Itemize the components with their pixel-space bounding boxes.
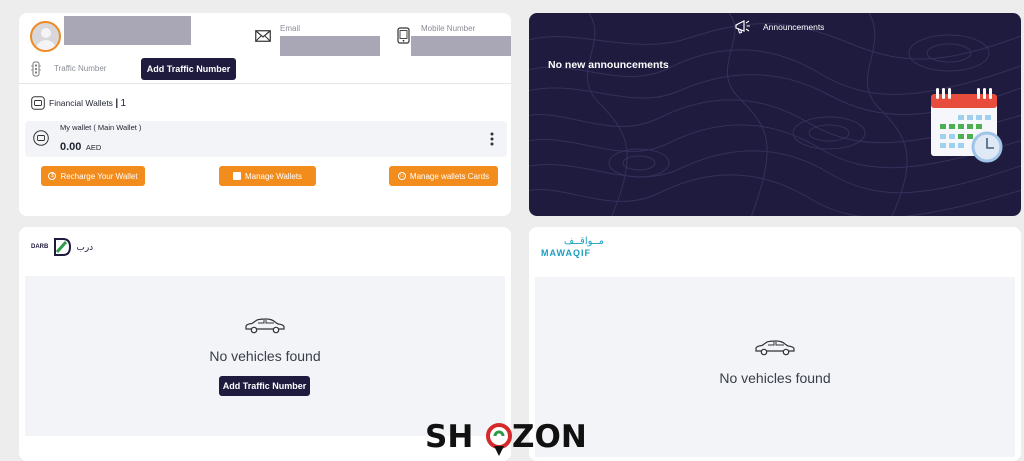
shozon-logo-mark: SH ZON bbox=[425, 419, 587, 456]
coin-icon: $ bbox=[48, 172, 57, 180]
mawaqif-card: مــواقــف MAWAQIF No vehicles found bbox=[529, 227, 1021, 461]
manage-wallets-button[interactable]: Manage Wallets bbox=[219, 166, 316, 186]
darb-add-traffic-number-button[interactable]: Add Traffic Number bbox=[219, 376, 310, 396]
financial-wallets-heading: Financial Wallets | 1 bbox=[49, 98, 127, 109]
manage-wallet-cards-button[interactable]: ▭ Manage wallets Cards bbox=[389, 166, 498, 186]
recharge-wallet-button[interactable]: $ Recharge Your Wallet bbox=[41, 166, 145, 186]
shozon-text-part: ZON bbox=[512, 419, 587, 455]
card-icon: ▭ bbox=[397, 172, 406, 180]
wallet-small-icon bbox=[232, 172, 241, 180]
envelope-icon bbox=[255, 29, 271, 47]
manage-wallets-label: Manage Wallets bbox=[244, 171, 303, 181]
mawaqif-empty-text: No vehicles found bbox=[719, 370, 831, 386]
traffic-number-label: Traffic Number bbox=[54, 64, 107, 73]
recharge-label: Recharge Your Wallet bbox=[60, 171, 138, 181]
mawaqif-vehicles-panel: No vehicles found bbox=[535, 277, 1015, 457]
shozon-watermark: SH ZON bbox=[425, 418, 601, 461]
email-label: Email bbox=[280, 24, 301, 33]
car-icon bbox=[754, 340, 796, 361]
darb-vehicles-panel: No vehicles found Add Traffic Number bbox=[25, 276, 505, 436]
mawaqif-logo-arabic: مــواقــف bbox=[563, 236, 604, 247]
mawaqif-logo: مــواقــف MAWAQIF bbox=[541, 237, 604, 259]
kebab-menu-icon[interactable] bbox=[490, 132, 494, 151]
avatar-icon[interactable] bbox=[30, 21, 61, 52]
darb-logo-text: DARB bbox=[31, 244, 49, 250]
darb-logo-mark bbox=[54, 238, 72, 256]
divider bbox=[19, 83, 511, 84]
darb-empty-text: No vehicles found bbox=[209, 348, 321, 364]
financial-wallets-title: Financial Wallets bbox=[49, 98, 113, 108]
mawaqif-logo-text: MAWAQIF bbox=[541, 248, 591, 258]
wallet-row[interactable]: My wallet ( Main Wallet ) 0.00 AED bbox=[25, 121, 507, 157]
wallet-icon bbox=[31, 96, 45, 115]
darb-logo: DARB درب bbox=[31, 237, 93, 257]
wallet-balance: 0.00 AED bbox=[60, 137, 101, 155]
wallet-amount: 0.00 bbox=[60, 141, 82, 153]
shozon-text-part: SH bbox=[425, 419, 473, 455]
redacted-email bbox=[280, 36, 380, 56]
darb-logo-arabic: درب bbox=[76, 241, 94, 252]
manage-cards-label: Manage wallets Cards bbox=[409, 171, 490, 181]
redacted-name bbox=[64, 16, 191, 45]
wallet-icon bbox=[33, 130, 49, 151]
add-traffic-number-button[interactable]: Add Traffic Number bbox=[141, 58, 236, 80]
wallet-currency: AED bbox=[85, 143, 102, 152]
wallets-count: 1 bbox=[120, 98, 127, 109]
announcements-title: Announcements bbox=[763, 22, 825, 32]
megaphone-icon bbox=[734, 19, 752, 40]
phone-icon bbox=[397, 27, 410, 49]
car-icon bbox=[244, 318, 286, 339]
redacted-mobile bbox=[411, 36, 511, 56]
traffic-light-icon bbox=[31, 61, 41, 82]
profile-card: Email Mobile Number Traffic Number Add T… bbox=[19, 13, 511, 216]
wallet-name: My wallet ( Main Wallet ) bbox=[60, 123, 142, 132]
announcements-message: No new announcements bbox=[548, 59, 669, 71]
calendar-clock-icon bbox=[928, 86, 1004, 169]
mobile-label: Mobile Number bbox=[421, 24, 476, 33]
announcements-card: Announcements No new announcements bbox=[529, 13, 1021, 216]
